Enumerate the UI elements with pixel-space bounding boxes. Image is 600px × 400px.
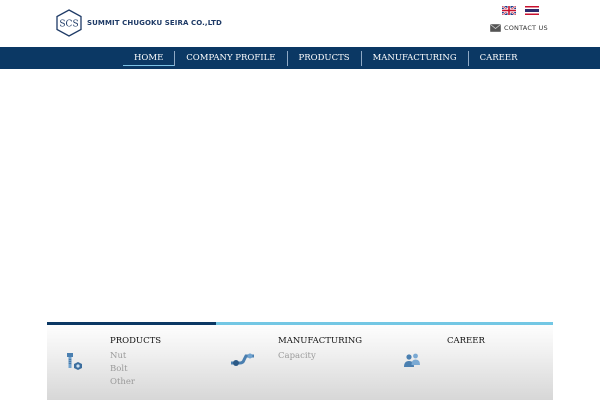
nav-manufacturing[interactable]: MANUFACTURING xyxy=(362,47,468,69)
manufacturing-link-capacity[interactable]: Capacity xyxy=(278,350,362,363)
manufacturing-section: MANUFACTURING Capacity xyxy=(278,336,362,363)
mail-icon xyxy=(490,24,501,32)
nav-career[interactable]: CAREER xyxy=(469,47,529,69)
products-link-nut[interactable]: Nut xyxy=(110,350,161,363)
site-header: SCS SUMMIT CHUGOKU SEIRA CO.,LTD CONTACT… xyxy=(0,0,600,47)
nav-company-profile[interactable]: COMPANY PROFILE xyxy=(175,47,286,69)
nav-products[interactable]: PRODUCTS xyxy=(288,47,361,69)
career-section: CAREER xyxy=(447,336,485,350)
products-link-bolt[interactable]: Bolt xyxy=(110,363,161,376)
logo-mark: SCS xyxy=(59,20,78,30)
logo-hexagon-icon: SCS xyxy=(56,9,82,37)
company-logo[interactable]: SCS SUMMIT CHUGOKU SEIRA CO.,LTD xyxy=(56,9,222,37)
products-link-other[interactable]: Other xyxy=(110,376,161,389)
uk-flag-icon[interactable] xyxy=(502,6,516,15)
pipe-valve-icon xyxy=(231,353,254,366)
main-nav: HOME COMPANY PROFILE PRODUCTS MANUFACTUR… xyxy=(0,47,600,69)
nav-home[interactable]: HOME xyxy=(123,47,175,69)
contact-us-link[interactable]: CONTACT US xyxy=(490,24,548,32)
manufacturing-title[interactable]: MANUFACTURING xyxy=(278,336,362,346)
career-title[interactable]: CAREER xyxy=(447,336,485,346)
products-title[interactable]: PRODUCTS xyxy=(110,336,161,346)
people-icon xyxy=(404,353,420,367)
products-section: PRODUCTS Nut Bolt Other xyxy=(110,336,161,389)
contact-us-label: CONTACT US xyxy=(504,24,548,32)
panel-accent-bar-dark xyxy=(47,322,216,325)
panel-accent-bar-light xyxy=(216,322,553,325)
thai-flag-icon[interactable] xyxy=(525,6,539,15)
bolt-nut-icon xyxy=(67,353,82,370)
company-name: SUMMIT CHUGOKU SEIRA CO.,LTD xyxy=(87,19,222,27)
feature-panel: PRODUCTS Nut Bolt Other MANUFACTURING Ca… xyxy=(47,322,553,400)
